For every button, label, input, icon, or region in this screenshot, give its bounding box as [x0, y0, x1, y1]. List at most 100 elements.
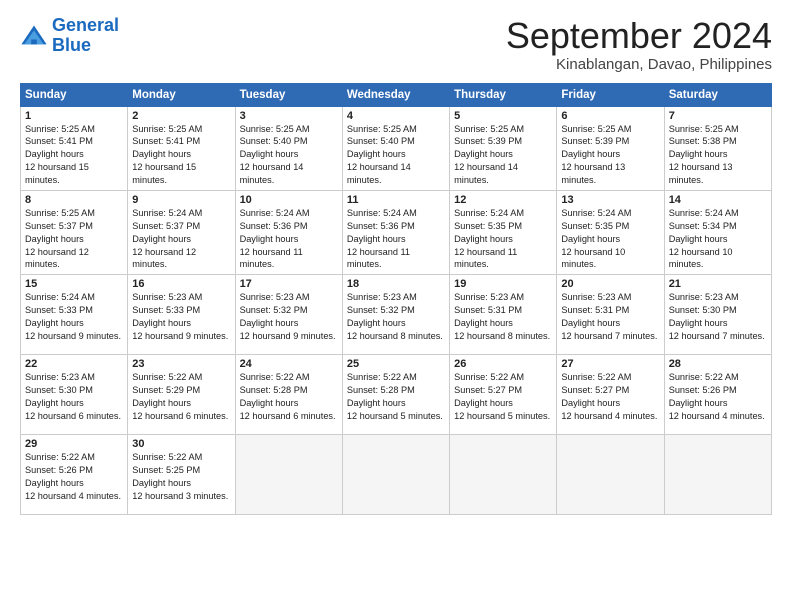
day-number: 29	[25, 438, 123, 450]
col-thursday: Thursday	[450, 83, 557, 106]
table-row: 23Sunrise: 5:22 AMSunset: 5:29 PMDayligh…	[128, 355, 235, 435]
calendar-row: 29Sunrise: 5:22 AMSunset: 5:26 PMDayligh…	[21, 435, 772, 515]
month-title: September 2024	[506, 16, 772, 56]
day-number: 25	[347, 358, 445, 370]
day-info: Sunrise: 5:25 AMSunset: 5:41 PMDaylight …	[132, 123, 230, 187]
day-info: Sunrise: 5:23 AMSunset: 5:30 PMDaylight …	[25, 371, 123, 423]
table-row	[557, 435, 664, 515]
table-row: 4Sunrise: 5:25 AMSunset: 5:40 PMDaylight…	[342, 106, 449, 190]
day-info: Sunrise: 5:25 AMSunset: 5:40 PMDaylight …	[240, 123, 338, 187]
day-number: 30	[132, 438, 230, 450]
day-info: Sunrise: 5:24 AMSunset: 5:37 PMDaylight …	[132, 207, 230, 271]
location: Kinablangan, Davao, Philippines	[506, 56, 772, 73]
day-number: 7	[669, 110, 767, 122]
day-info: Sunrise: 5:24 AMSunset: 5:35 PMDaylight …	[561, 207, 659, 271]
logo: General Blue	[20, 16, 119, 56]
day-number: 24	[240, 358, 338, 370]
day-info: Sunrise: 5:22 AMSunset: 5:25 PMDaylight …	[132, 451, 230, 503]
title-block: September 2024 Kinablangan, Davao, Phili…	[506, 16, 772, 73]
col-friday: Friday	[557, 83, 664, 106]
day-number: 10	[240, 194, 338, 206]
table-row: 25Sunrise: 5:22 AMSunset: 5:28 PMDayligh…	[342, 355, 449, 435]
day-info: Sunrise: 5:23 AMSunset: 5:32 PMDaylight …	[240, 291, 338, 343]
table-row: 16Sunrise: 5:23 AMSunset: 5:33 PMDayligh…	[128, 275, 235, 355]
day-info: Sunrise: 5:24 AMSunset: 5:33 PMDaylight …	[25, 291, 123, 343]
day-info: Sunrise: 5:24 AMSunset: 5:36 PMDaylight …	[347, 207, 445, 271]
day-number: 12	[454, 194, 552, 206]
day-info: Sunrise: 5:25 AMSunset: 5:39 PMDaylight …	[561, 123, 659, 187]
day-number: 18	[347, 278, 445, 290]
day-info: Sunrise: 5:24 AMSunset: 5:35 PMDaylight …	[454, 207, 552, 271]
day-info: Sunrise: 5:25 AMSunset: 5:38 PMDaylight …	[669, 123, 767, 187]
table-row	[450, 435, 557, 515]
logo-text: General Blue	[52, 16, 119, 56]
table-row: 27Sunrise: 5:22 AMSunset: 5:27 PMDayligh…	[557, 355, 664, 435]
table-row: 6Sunrise: 5:25 AMSunset: 5:39 PMDaylight…	[557, 106, 664, 190]
table-row: 18Sunrise: 5:23 AMSunset: 5:32 PMDayligh…	[342, 275, 449, 355]
day-info: Sunrise: 5:25 AMSunset: 5:37 PMDaylight …	[25, 207, 123, 271]
table-row: 21Sunrise: 5:23 AMSunset: 5:30 PMDayligh…	[664, 275, 771, 355]
day-info: Sunrise: 5:25 AMSunset: 5:41 PMDaylight …	[25, 123, 123, 187]
day-info: Sunrise: 5:22 AMSunset: 5:28 PMDaylight …	[240, 371, 338, 423]
day-info: Sunrise: 5:22 AMSunset: 5:28 PMDaylight …	[347, 371, 445, 423]
calendar-table: Sunday Monday Tuesday Wednesday Thursday…	[20, 83, 772, 516]
day-number: 16	[132, 278, 230, 290]
day-number: 20	[561, 278, 659, 290]
day-info: Sunrise: 5:23 AMSunset: 5:32 PMDaylight …	[347, 291, 445, 343]
day-number: 6	[561, 110, 659, 122]
day-info: Sunrise: 5:23 AMSunset: 5:33 PMDaylight …	[132, 291, 230, 343]
day-info: Sunrise: 5:22 AMSunset: 5:26 PMDaylight …	[25, 451, 123, 503]
day-number: 15	[25, 278, 123, 290]
day-number: 28	[669, 358, 767, 370]
calendar-row: 15Sunrise: 5:24 AMSunset: 5:33 PMDayligh…	[21, 275, 772, 355]
table-row: 29Sunrise: 5:22 AMSunset: 5:26 PMDayligh…	[21, 435, 128, 515]
calendar-row: 22Sunrise: 5:23 AMSunset: 5:30 PMDayligh…	[21, 355, 772, 435]
day-number: 19	[454, 278, 552, 290]
day-number: 11	[347, 194, 445, 206]
table-row: 5Sunrise: 5:25 AMSunset: 5:39 PMDaylight…	[450, 106, 557, 190]
col-saturday: Saturday	[664, 83, 771, 106]
table-row: 2Sunrise: 5:25 AMSunset: 5:41 PMDaylight…	[128, 106, 235, 190]
day-info: Sunrise: 5:23 AMSunset: 5:31 PMDaylight …	[454, 291, 552, 343]
day-number: 26	[454, 358, 552, 370]
day-number: 1	[25, 110, 123, 122]
day-number: 22	[25, 358, 123, 370]
table-row: 11Sunrise: 5:24 AMSunset: 5:36 PMDayligh…	[342, 190, 449, 274]
table-row: 8Sunrise: 5:25 AMSunset: 5:37 PMDaylight…	[21, 190, 128, 274]
day-number: 9	[132, 194, 230, 206]
logo-icon	[20, 22, 48, 50]
day-info: Sunrise: 5:22 AMSunset: 5:27 PMDaylight …	[561, 371, 659, 423]
page: General Blue September 2024 Kinablangan,…	[0, 0, 792, 612]
table-row: 19Sunrise: 5:23 AMSunset: 5:31 PMDayligh…	[450, 275, 557, 355]
day-number: 21	[669, 278, 767, 290]
table-row: 3Sunrise: 5:25 AMSunset: 5:40 PMDaylight…	[235, 106, 342, 190]
table-row: 26Sunrise: 5:22 AMSunset: 5:27 PMDayligh…	[450, 355, 557, 435]
col-sunday: Sunday	[21, 83, 128, 106]
day-number: 4	[347, 110, 445, 122]
table-row: 24Sunrise: 5:22 AMSunset: 5:28 PMDayligh…	[235, 355, 342, 435]
table-row: 9Sunrise: 5:24 AMSunset: 5:37 PMDaylight…	[128, 190, 235, 274]
table-row: 15Sunrise: 5:24 AMSunset: 5:33 PMDayligh…	[21, 275, 128, 355]
table-row: 30Sunrise: 5:22 AMSunset: 5:25 PMDayligh…	[128, 435, 235, 515]
header-row: Sunday Monday Tuesday Wednesday Thursday…	[21, 83, 772, 106]
table-row: 1Sunrise: 5:25 AMSunset: 5:41 PMDaylight…	[21, 106, 128, 190]
header: General Blue September 2024 Kinablangan,…	[20, 16, 772, 73]
table-row: 28Sunrise: 5:22 AMSunset: 5:26 PMDayligh…	[664, 355, 771, 435]
day-number: 27	[561, 358, 659, 370]
table-row: 22Sunrise: 5:23 AMSunset: 5:30 PMDayligh…	[21, 355, 128, 435]
table-row: 7Sunrise: 5:25 AMSunset: 5:38 PMDaylight…	[664, 106, 771, 190]
day-number: 2	[132, 110, 230, 122]
table-row: 14Sunrise: 5:24 AMSunset: 5:34 PMDayligh…	[664, 190, 771, 274]
day-number: 13	[561, 194, 659, 206]
day-info: Sunrise: 5:22 AMSunset: 5:29 PMDaylight …	[132, 371, 230, 423]
day-number: 8	[25, 194, 123, 206]
table-row: 17Sunrise: 5:23 AMSunset: 5:32 PMDayligh…	[235, 275, 342, 355]
day-info: Sunrise: 5:23 AMSunset: 5:31 PMDaylight …	[561, 291, 659, 343]
table-row: 13Sunrise: 5:24 AMSunset: 5:35 PMDayligh…	[557, 190, 664, 274]
day-number: 5	[454, 110, 552, 122]
table-row: 12Sunrise: 5:24 AMSunset: 5:35 PMDayligh…	[450, 190, 557, 274]
table-row	[342, 435, 449, 515]
day-info: Sunrise: 5:24 AMSunset: 5:36 PMDaylight …	[240, 207, 338, 271]
table-row: 20Sunrise: 5:23 AMSunset: 5:31 PMDayligh…	[557, 275, 664, 355]
col-monday: Monday	[128, 83, 235, 106]
